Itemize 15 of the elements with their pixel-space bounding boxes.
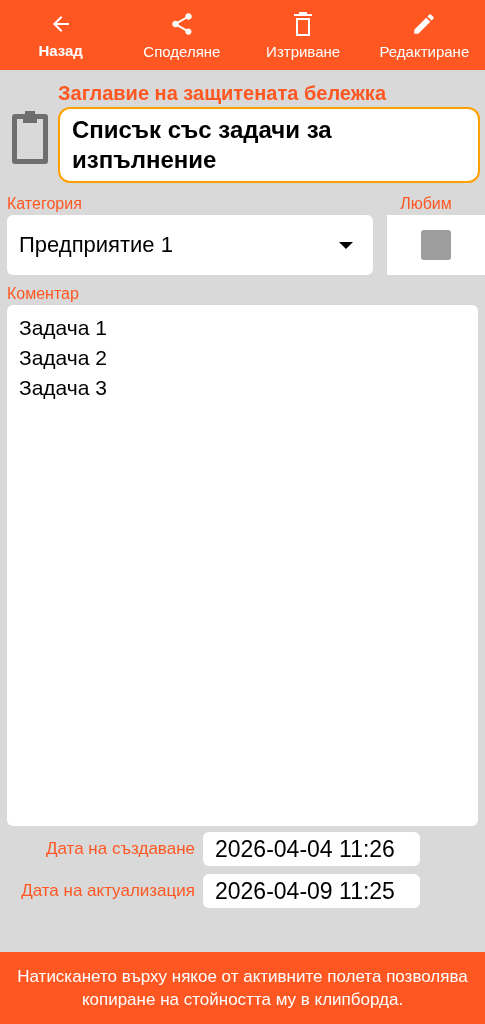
clipboard-hint-text: Натискането върху някое от активните полета позволява копиране на стойността му в клипборда. bbox=[16, 966, 469, 1011]
clipboard-icon bbox=[12, 108, 48, 165]
comment-label: Коментар bbox=[7, 285, 80, 303]
title-label: Заглавие на защитената бележка bbox=[58, 82, 388, 105]
date-label: Дата на актуализация bbox=[20, 880, 195, 902]
date-field[interactable]: 2026-04-04 11:26 bbox=[203, 832, 420, 866]
date-label: Дата на създаване bbox=[45, 838, 195, 860]
comment-field[interactable]: Задача 1 Задача 2 Задача 3 bbox=[7, 305, 478, 826]
category-label: Категория bbox=[7, 195, 83, 213]
category-dropdown[interactable]: Предприятие 1 bbox=[7, 215, 373, 275]
favorite-checkbox[interactable] bbox=[421, 230, 451, 260]
dropdown-caret-icon bbox=[339, 241, 353, 249]
title-field[interactable]: Списък със задачи за изпълнение bbox=[58, 107, 480, 183]
favorite-label: Любим bbox=[399, 195, 453, 213]
date-field[interactable]: 2026-04-09 11:25 bbox=[203, 874, 420, 908]
